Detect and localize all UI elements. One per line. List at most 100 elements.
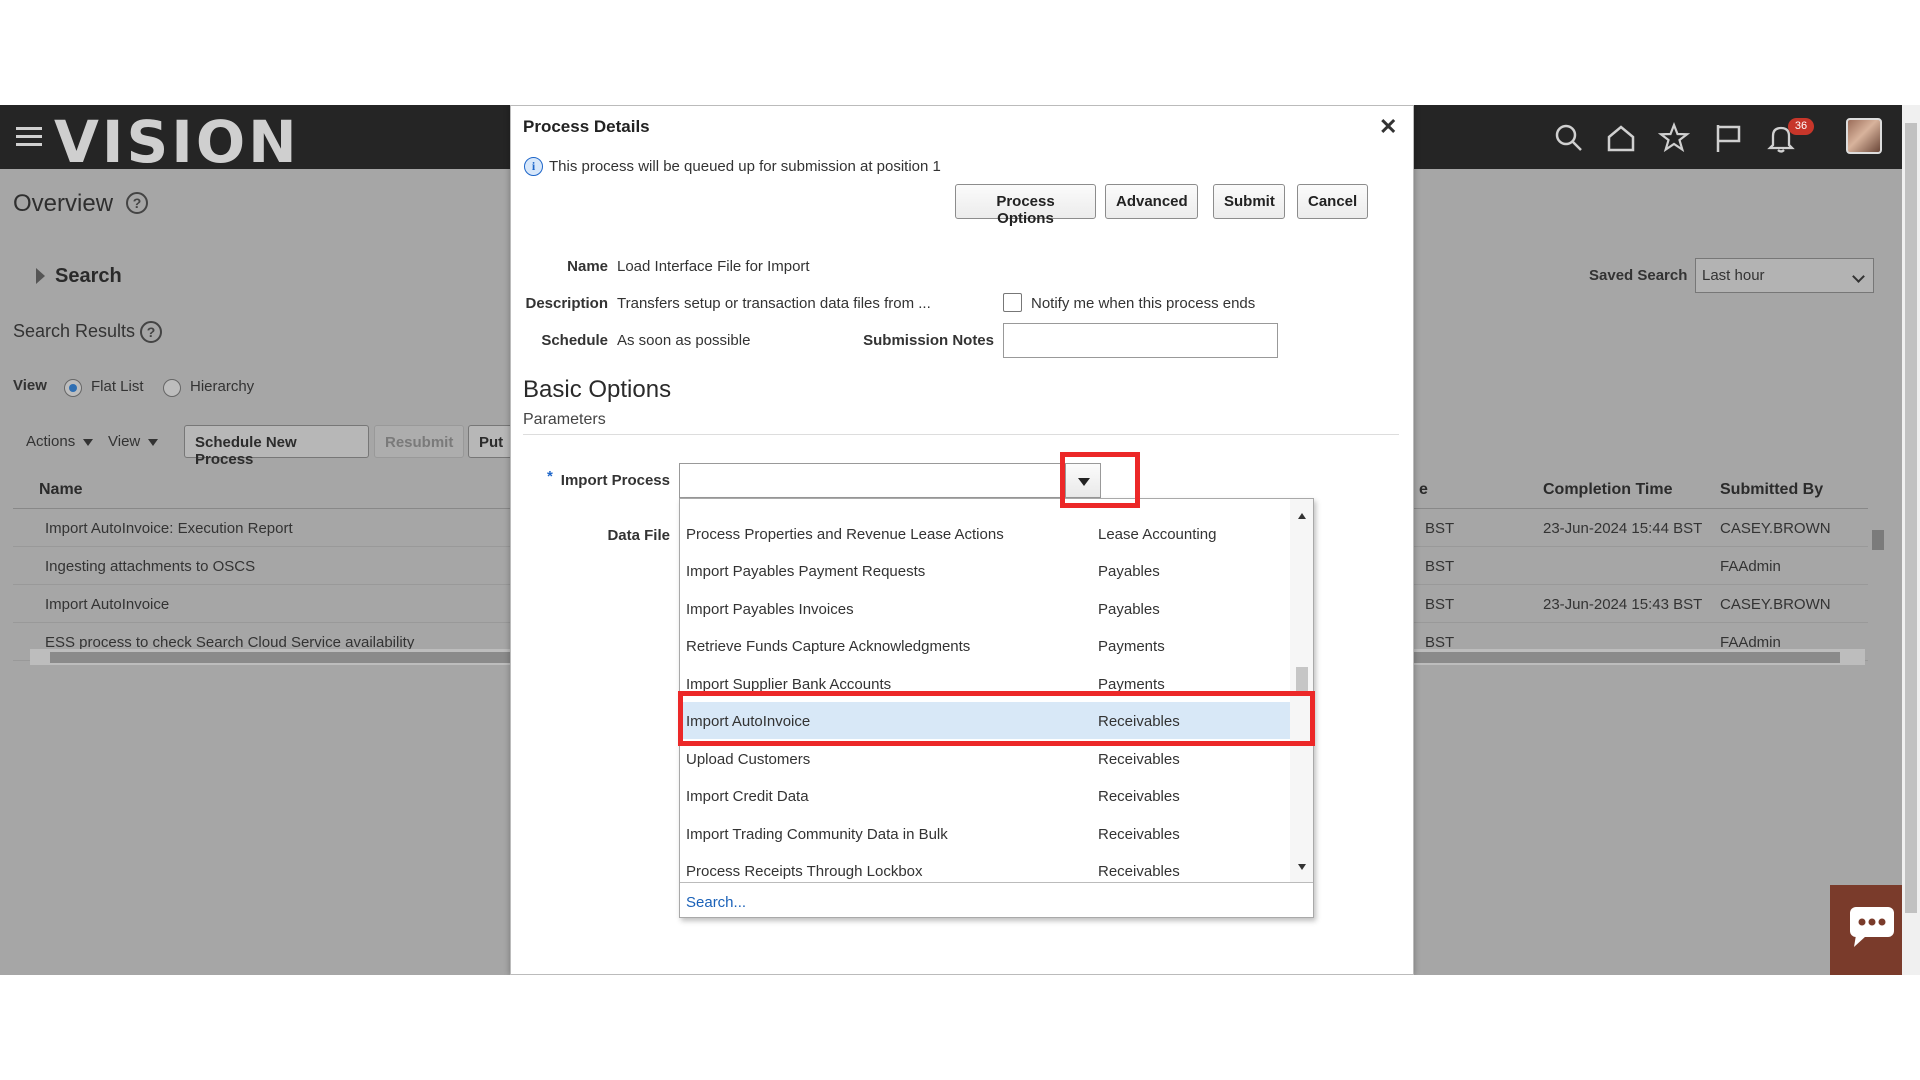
product-area: Payables xyxy=(1098,563,1160,580)
partial-row xyxy=(680,499,1290,501)
notify-checkbox[interactable] xyxy=(1003,293,1022,312)
table-vertical-scrollbar[interactable] xyxy=(1872,530,1884,550)
list-item[interactable]: Process Receipts Through Lockbox Receivab… xyxy=(680,852,1290,882)
process-name: Ingesting attachments to OSCS xyxy=(45,558,256,575)
cancel-button[interactable]: Cancel xyxy=(1297,184,1368,219)
process-option: Upload Customers xyxy=(686,751,811,768)
page-vertical-scrollbar[interactable] xyxy=(1902,105,1920,975)
completion-time: 23-Jun-2024 15:44 BST xyxy=(1543,520,1703,537)
dropdown-button-highlight xyxy=(1060,452,1140,508)
application-frame: VISION 36 Overview ? Search Search Resul… xyxy=(0,105,1920,975)
search-more-link[interactable]: Search... xyxy=(686,894,746,911)
timezone-cell: BST xyxy=(1425,596,1455,613)
saved-search-select[interactable]: Last hour xyxy=(1695,258,1874,293)
product-area: Payments xyxy=(1098,638,1165,655)
selected-option-highlight xyxy=(678,691,1315,746)
basic-options-heading: Basic Options xyxy=(523,376,672,403)
product-area: Lease Accounting xyxy=(1098,526,1217,543)
close-icon[interactable]: ✕ xyxy=(1379,114,1397,140)
completion-time: 23-Jun-2024 15:43 BST xyxy=(1543,596,1703,613)
scroll-up-icon[interactable] xyxy=(1298,513,1306,519)
advanced-button[interactable]: Advanced xyxy=(1105,184,1198,219)
results-help-icon[interactable]: ? xyxy=(140,321,162,343)
view-menu[interactable]: View xyxy=(108,433,159,450)
scrollbar-thumb[interactable] xyxy=(1905,123,1917,913)
product-area: Payables xyxy=(1098,601,1160,618)
hierarchy-radio[interactable] xyxy=(163,379,181,397)
list-item[interactable]: Retrieve Funds Capture Acknowledgments Pa… xyxy=(680,627,1290,664)
actions-menu[interactable]: Actions xyxy=(26,433,94,450)
home-icon[interactable] xyxy=(1604,121,1638,155)
timezone-cell: BST xyxy=(1425,558,1455,575)
process-option: Retrieve Funds Capture Acknowledgments xyxy=(686,638,971,655)
info-icon: i xyxy=(524,157,543,176)
queue-info-message: This process will be queued up for submi… xyxy=(549,158,941,175)
schedule-label: Schedule xyxy=(541,332,608,349)
chat-bubble-icon xyxy=(1850,907,1894,947)
name-value: Load Interface File for Import xyxy=(617,258,810,275)
flat-list-label: Flat List xyxy=(91,378,144,395)
search-section-toggle[interactable]: Search xyxy=(55,265,122,288)
parameters-subheading: Parameters xyxy=(523,411,606,428)
timezone-cell: BST xyxy=(1425,520,1455,537)
chevron-down-icon xyxy=(83,438,94,446)
submission-notes-label: Submission Notes xyxy=(863,332,994,349)
help-icon[interactable]: ? xyxy=(126,192,148,214)
submitted-by: CASEY.BROWN xyxy=(1720,596,1831,613)
process-option: Process Receipts Through Lockbox xyxy=(686,863,923,880)
user-avatar[interactable] xyxy=(1846,118,1882,154)
view-menu-label: View xyxy=(108,433,141,450)
list-item[interactable]: Import Payables Payment Requests Payables xyxy=(680,552,1290,589)
watchlist-flag-icon[interactable] xyxy=(1711,121,1745,155)
process-option: Import Payables Invoices xyxy=(686,601,854,618)
name-label: Name xyxy=(567,258,608,275)
process-options-button[interactable]: Process Options xyxy=(955,184,1096,227)
product-area: Receivables xyxy=(1098,751,1180,768)
import-process-label: Import Process xyxy=(560,472,670,489)
list-item[interactable]: Import Payables Invoices Payables xyxy=(680,590,1290,627)
process-name: Import AutoInvoice xyxy=(45,596,170,613)
schedule-value: As soon as possible xyxy=(617,332,751,349)
search-results-title: Search Results xyxy=(13,321,136,341)
expand-search-icon[interactable] xyxy=(36,268,45,284)
notify-label: Notify me when this process ends xyxy=(1031,295,1256,312)
process-option: Import Trading Community Data in Bulk xyxy=(686,826,948,843)
search-icon[interactable] xyxy=(1552,121,1586,155)
column-header-partial[interactable]: e xyxy=(1419,481,1428,499)
process-option: Import Credit Data xyxy=(686,788,809,805)
submitted-by: CASEY.BROWN xyxy=(1720,520,1831,537)
description-value: Transfers setup or transaction data file… xyxy=(617,295,931,312)
product-area: Receivables xyxy=(1098,788,1180,805)
column-header-name[interactable]: Name xyxy=(39,481,83,499)
submit-button[interactable]: Submit xyxy=(1213,184,1285,219)
saved-search-label: Saved Search xyxy=(1589,267,1688,284)
divider xyxy=(523,434,1399,435)
flat-list-radio[interactable] xyxy=(64,379,82,397)
list-item[interactable]: Import Credit Data Receivables xyxy=(680,777,1290,814)
chevron-down-icon xyxy=(148,438,159,446)
notification-count-badge: 36 xyxy=(1788,118,1814,135)
schedule-new-process-button[interactable]: Schedule New Process xyxy=(184,425,369,468)
scroll-down-icon[interactable] xyxy=(1298,864,1306,870)
process-option: Import Payables Payment Requests xyxy=(686,563,926,580)
list-item[interactable]: Import Trading Community Data in Bulk Rec… xyxy=(680,815,1290,852)
favorites-star-icon[interactable] xyxy=(1657,121,1691,155)
brand-logo[interactable]: VISION xyxy=(54,108,300,176)
submitted-by: FAAdmin xyxy=(1720,558,1781,575)
column-header-submitted-by[interactable]: Submitted By xyxy=(1720,481,1823,499)
menu-icon[interactable] xyxy=(16,127,42,147)
view-label: View xyxy=(13,377,47,394)
hierarchy-label: Hierarchy xyxy=(190,378,255,395)
listbox-footer: Search... xyxy=(680,882,1313,917)
data-file-label: Data File xyxy=(607,527,670,544)
product-area: Receivables xyxy=(1098,863,1180,880)
column-header-completion-time[interactable]: Completion Time xyxy=(1543,481,1673,499)
list-item[interactable]: Process Properties and Revenue Lease Act… xyxy=(680,515,1290,552)
description-label: Description xyxy=(525,295,608,312)
dialog-title: Process Details xyxy=(523,117,650,136)
actions-label: Actions xyxy=(26,433,76,450)
submission-notes-input[interactable] xyxy=(1003,323,1278,358)
resubmit-button[interactable]: Resubmit xyxy=(374,425,464,458)
chat-assistant-button[interactable] xyxy=(1830,885,1902,975)
import-process-input[interactable] xyxy=(679,463,1089,498)
